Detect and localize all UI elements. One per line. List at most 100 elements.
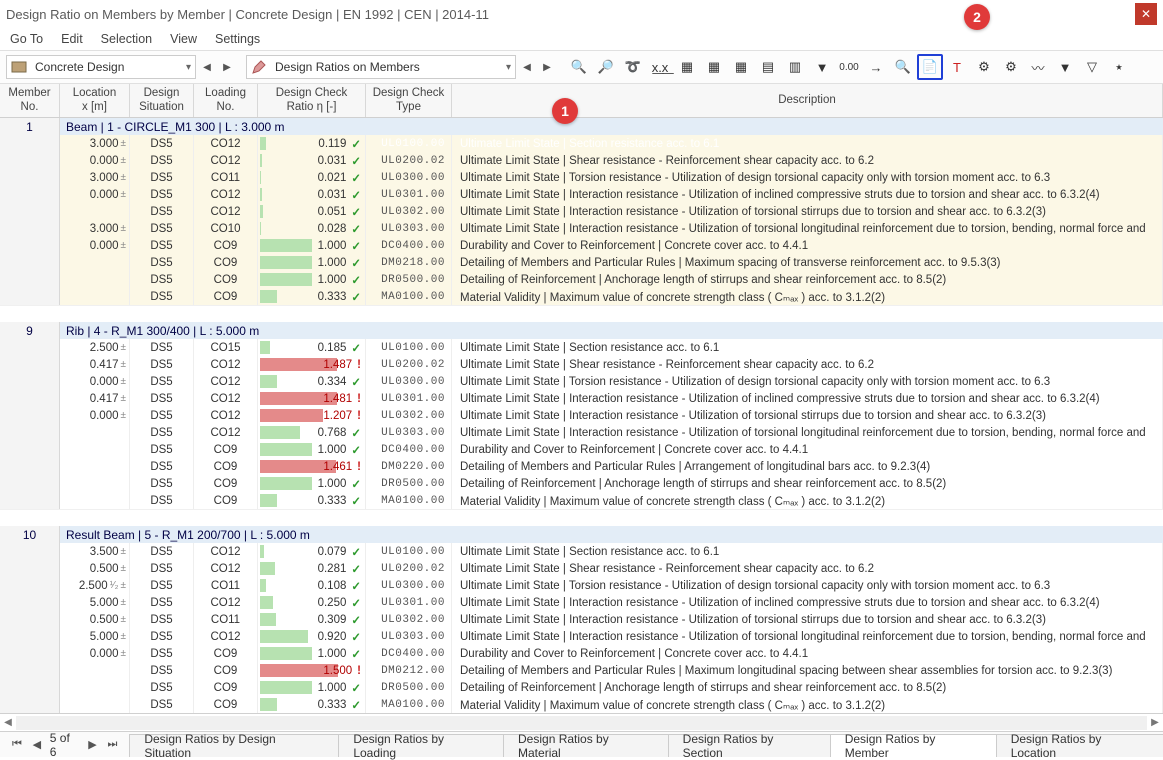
- table-row[interactable]: 0.000 ±DS5CO91.000✓DC0400.00Durability a…: [0, 237, 1163, 254]
- toolbar-zoom-clear[interactable]: 🔎: [593, 54, 619, 80]
- tab-design-ratios-by-section[interactable]: Design Ratios by Section: [668, 734, 831, 757]
- toolbar-red-T[interactable]: T: [944, 54, 970, 80]
- pager-last[interactable]: ⏭: [105, 738, 119, 751]
- check-icon: ✓: [351, 494, 361, 508]
- horizontal-scrollbar[interactable]: ◀ ▶: [0, 713, 1163, 731]
- table-row[interactable]: 0.000 ±DS5CO91.000✓DC0400.00Durability a…: [0, 645, 1163, 662]
- ruler-x-icon: x͟.x͟: [652, 60, 669, 75]
- toolbar-sheet-green[interactable]: ▤: [755, 54, 781, 80]
- table-row[interactable]: 5.000 ±DS5CO120.920✓UL0303.00Ultimate Li…: [0, 628, 1163, 645]
- scroll-left-icon[interactable]: ◀: [0, 715, 16, 731]
- table-row[interactable]: 0.000 ±DS5CO121.207!UL0302.00Ultimate Li…: [0, 407, 1163, 424]
- table-row[interactable]: DS5CO91.000✓DR0500.00Detailing of Reinfo…: [0, 475, 1163, 492]
- tab-design-ratios-by-loading[interactable]: Design Ratios by Loading: [338, 734, 504, 757]
- cell-ratio: 0.119✓: [258, 135, 366, 152]
- table-row[interactable]: DS5CO91.000✓DR0500.00Detailing of Reinfo…: [0, 679, 1163, 696]
- col-ratio[interactable]: Design CheckRatio η [-]: [258, 84, 366, 117]
- table-row[interactable]: DS5CO90.333✓MA0100.00Material Validity |…: [0, 288, 1163, 305]
- tab-design-ratios-by-design-situation[interactable]: Design Ratios by Design Situation: [129, 734, 339, 757]
- design-type-combo[interactable]: Concrete Design ▾: [6, 55, 196, 79]
- table-row[interactable]: 0.417 ±DS5CO121.487!UL0200.02Ultimate Li…: [0, 356, 1163, 373]
- table-row[interactable]: 0.000 ±DS5CO120.031✓UL0200.02Ultimate Li…: [0, 152, 1163, 169]
- group-row[interactable]: 9Rib | 4 - R_M1 300/400 | L : 5.000 m: [0, 322, 1163, 339]
- check-icon: ✓: [351, 341, 361, 355]
- table-row[interactable]: 3.500 ±DS5CO120.079✓UL0100.00Ultimate Li…: [0, 543, 1163, 560]
- menu-go-to[interactable]: Go To: [10, 32, 43, 46]
- tab-design-ratios-by-material[interactable]: Design Ratios by Material: [503, 734, 669, 757]
- menu-view[interactable]: View: [170, 32, 197, 46]
- nav-prev-2[interactable]: ◀: [518, 56, 536, 78]
- toolbar-funnel[interactable]: ▼: [809, 54, 835, 80]
- nav-next-2[interactable]: ▶: [538, 56, 556, 78]
- toolbar-filter-arrow[interactable]: ➰: [620, 54, 646, 80]
- table-row[interactable]: DS5CO91.000✓DM0218.00Detailing of Member…: [0, 254, 1163, 271]
- toolbar-magnifier[interactable]: 🔍: [890, 54, 916, 80]
- chevron-down-icon: ▾: [182, 62, 195, 73]
- table-row[interactable]: DS5CO91.500!DM0212.00Detailing of Member…: [0, 662, 1163, 679]
- col-type[interactable]: Design CheckType: [366, 84, 452, 117]
- check-icon: ✓: [351, 188, 361, 202]
- toolbar-zoom-sel[interactable]: 🔍: [566, 54, 592, 80]
- table-row[interactable]: DS5CO120.051✓UL0302.00Ultimate Limit Sta…: [0, 203, 1163, 220]
- pager-first[interactable]: ⏮: [10, 738, 24, 751]
- toolbar-table-yellow[interactable]: ▦: [701, 54, 727, 80]
- cell-ratio: 0.051✓: [258, 203, 366, 220]
- table-row[interactable]: 3.000 ±DS5CO120.119✓UL0100.00Ultimate Li…: [0, 135, 1163, 152]
- toolbar-tools-1[interactable]: ⚙: [971, 54, 997, 80]
- group-row[interactable]: 1Beam | 1 - CIRCLE_M1 300 | L : 3.000 m: [0, 118, 1163, 135]
- toolbar-funnel-arrow[interactable]: ▽: [1079, 54, 1105, 80]
- pager-prev[interactable]: ◀: [30, 738, 44, 751]
- close-button[interactable]: ✕: [1135, 3, 1157, 25]
- table-select-combo[interactable]: Design Ratios on Members ▾: [246, 55, 516, 79]
- toolbar-arrow-right[interactable]: →: [863, 54, 889, 80]
- toolbar-tools-2[interactable]: ⚙: [998, 54, 1024, 80]
- check-icon: ✓: [351, 205, 361, 219]
- menu-selection[interactable]: Selection: [101, 32, 152, 46]
- nav-prev[interactable]: ◀: [198, 56, 216, 78]
- table-row[interactable]: 0.417 ±DS5CO121.481!UL0301.00Ultimate Li…: [0, 390, 1163, 407]
- toolbar-ruler-x[interactable]: x͟.x͟: [647, 54, 673, 80]
- table-row[interactable]: DS5CO91.461!DM0220.00Detailing of Member…: [0, 458, 1163, 475]
- nav-next[interactable]: ▶: [218, 56, 236, 78]
- table-row[interactable]: DS5CO120.768✓UL0303.00Ultimate Limit Sta…: [0, 424, 1163, 441]
- table-row[interactable]: DS5CO90.333✓MA0100.00Material Validity |…: [0, 696, 1163, 713]
- menu-settings[interactable]: Settings: [215, 32, 260, 46]
- table-row[interactable]: DS5CO91.000✓DC0400.00Durability and Cove…: [0, 441, 1163, 458]
- table-row[interactable]: 5.000 ±DS5CO120.250✓UL0301.00Ultimate Li…: [0, 594, 1163, 611]
- cell-loading-no: CO12: [194, 203, 258, 220]
- table-row[interactable]: 0.000 ±DS5CO120.031✓UL0301.00Ultimate Li…: [0, 186, 1163, 203]
- table-row[interactable]: 2.500 ¹⁄₂ ±DS5CO110.108✓UL0300.00Ultimat…: [0, 577, 1163, 594]
- cell-loading-no: CO12: [194, 424, 258, 441]
- table-row[interactable]: 3.000 ±DS5CO110.021✓UL0300.00Ultimate Li…: [0, 169, 1163, 186]
- table-green-icon: ▦: [735, 59, 747, 75]
- table-row[interactable]: 3.000 ±DS5CO100.028✓UL0303.00Ultimate Li…: [0, 220, 1163, 237]
- grid-body[interactable]: 1Beam | 1 - CIRCLE_M1 300 | L : 3.000 m3…: [0, 118, 1163, 713]
- scroll-right-icon[interactable]: ▶: [1147, 715, 1163, 731]
- menu-edit[interactable]: Edit: [61, 32, 83, 46]
- group-row[interactable]: 10Result Beam | 5 - R_M1 200/700 | L : 5…: [0, 526, 1163, 543]
- table-row[interactable]: 2.500 ±DS5CO150.185✓UL0100.00Ultimate Li…: [0, 339, 1163, 356]
- cell-design-situation: DS5: [130, 611, 194, 628]
- cell-design-situation: DS5: [130, 441, 194, 458]
- toolbar-funnel-blue[interactable]: ▼: [1052, 54, 1078, 80]
- toolbar-page-find[interactable]: 📄: [917, 54, 943, 80]
- table-row[interactable]: 0.500 ±DS5CO110.309✓UL0302.00Ultimate Li…: [0, 611, 1163, 628]
- toolbar-decimals[interactable]: 0.00: [836, 54, 862, 80]
- table-row[interactable]: DS5CO91.000✓DR0500.00Detailing of Reinfo…: [0, 271, 1163, 288]
- toolbar-funnel-star[interactable]: ⭑: [1106, 54, 1132, 80]
- col-member-no[interactable]: MemberNo.: [0, 84, 60, 117]
- col-design-sit[interactable]: DesignSituation: [130, 84, 194, 117]
- pager-next[interactable]: ▶: [86, 738, 100, 751]
- col-loading-no[interactable]: LoadingNo.: [194, 84, 258, 117]
- toolbar-table[interactable]: ▦: [674, 54, 700, 80]
- cell-ratio: 0.028✓: [258, 220, 366, 237]
- table-row[interactable]: 0.000 ±DS5CO120.334✓UL0300.00Ultimate Li…: [0, 373, 1163, 390]
- toolbar-wave[interactable]: 〰: [1025, 54, 1051, 80]
- col-location[interactable]: Locationx [m]: [60, 84, 130, 117]
- toolbar-sheet-excel[interactable]: ▥: [782, 54, 808, 80]
- table-row[interactable]: DS5CO90.333✓MA0100.00Material Validity |…: [0, 492, 1163, 509]
- tab-design-ratios-by-member[interactable]: Design Ratios by Member: [830, 734, 997, 757]
- table-row[interactable]: 0.500 ±DS5CO120.281✓UL0200.02Ultimate Li…: [0, 560, 1163, 577]
- toolbar-table-green[interactable]: ▦: [728, 54, 754, 80]
- tab-design-ratios-by-location[interactable]: Design Ratios by Location: [996, 734, 1163, 757]
